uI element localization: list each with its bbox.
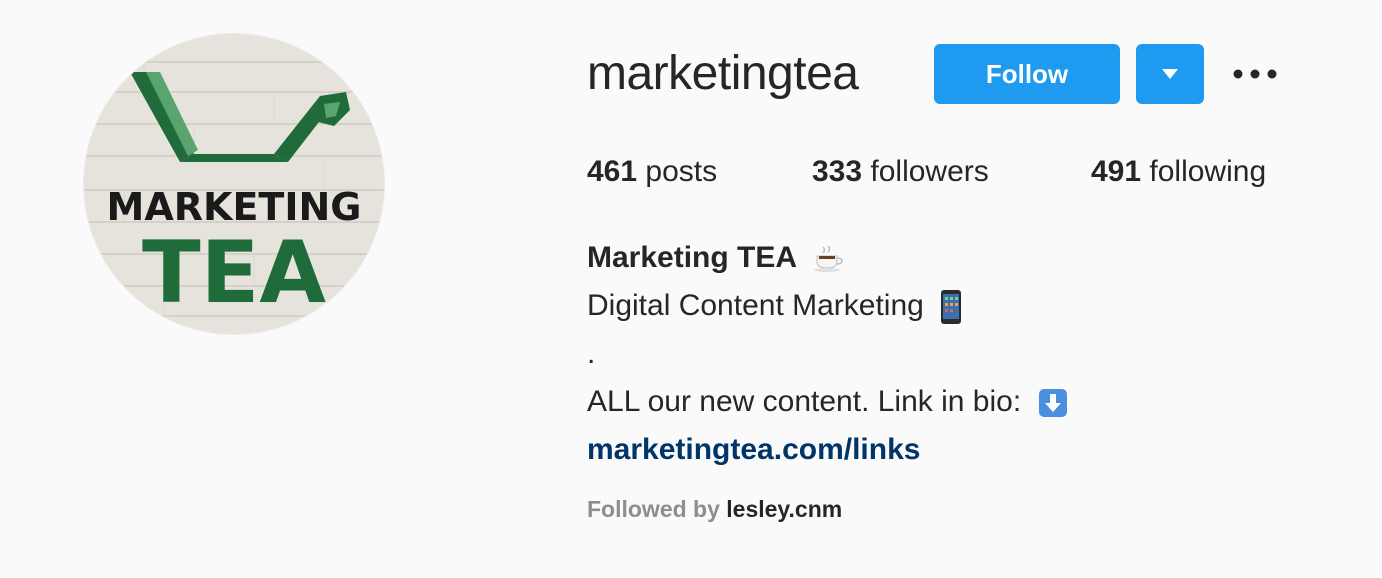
- chevron-down-icon: [1162, 69, 1178, 79]
- followed-by-user[interactable]: lesley.cnm: [726, 496, 842, 522]
- more-options-icon: [1233, 69, 1277, 79]
- following-label: following: [1141, 155, 1267, 188]
- more-options-button[interactable]: [1230, 60, 1280, 88]
- followers-stat[interactable]: 333 followers: [812, 152, 989, 192]
- profile-full-name: Marketing TEA: [587, 241, 798, 274]
- avatar-logo: MARKETING TEA: [84, 34, 384, 334]
- followers-count: 333: [812, 155, 863, 188]
- bio-line-1: Digital Content Marketing: [587, 282, 1068, 330]
- profile-username: marketingtea: [587, 47, 859, 100]
- avatar-text-tea: TEA: [142, 223, 326, 323]
- posts-count: 461: [587, 155, 638, 188]
- suggested-accounts-button[interactable]: [1136, 44, 1204, 104]
- followed-by-label: Followed by: [587, 496, 727, 522]
- bio-name-line: Marketing TEA: [587, 234, 1068, 282]
- following-stat[interactable]: 491 following: [1091, 152, 1266, 192]
- follow-button[interactable]: Follow: [934, 44, 1120, 104]
- bio-text-1: Digital Content Marketing: [587, 289, 924, 322]
- profile-bio: Marketing TEA Digital Content Marketing …: [587, 234, 1068, 474]
- mobile-phone-icon: [941, 290, 962, 325]
- posts-stat: 461 posts: [587, 152, 717, 192]
- followers-label: followers: [862, 155, 989, 188]
- profile-avatar[interactable]: MARKETING TEA: [84, 34, 384, 334]
- bio-line-2: .: [587, 337, 596, 370]
- bio-line-3: ALL our new content. Link in bio:: [587, 378, 1068, 426]
- following-count: 491: [1091, 155, 1142, 188]
- bio-text-3: ALL our new content. Link in bio:: [587, 385, 1022, 418]
- down-arrow-icon: [1038, 389, 1067, 418]
- followed-by[interactable]: Followed by lesley.cnm: [587, 496, 842, 523]
- posts-label: posts: [637, 155, 718, 188]
- teacup-icon: [814, 245, 844, 273]
- bio-website-link[interactable]: marketingtea.com/links: [587, 426, 1068, 474]
